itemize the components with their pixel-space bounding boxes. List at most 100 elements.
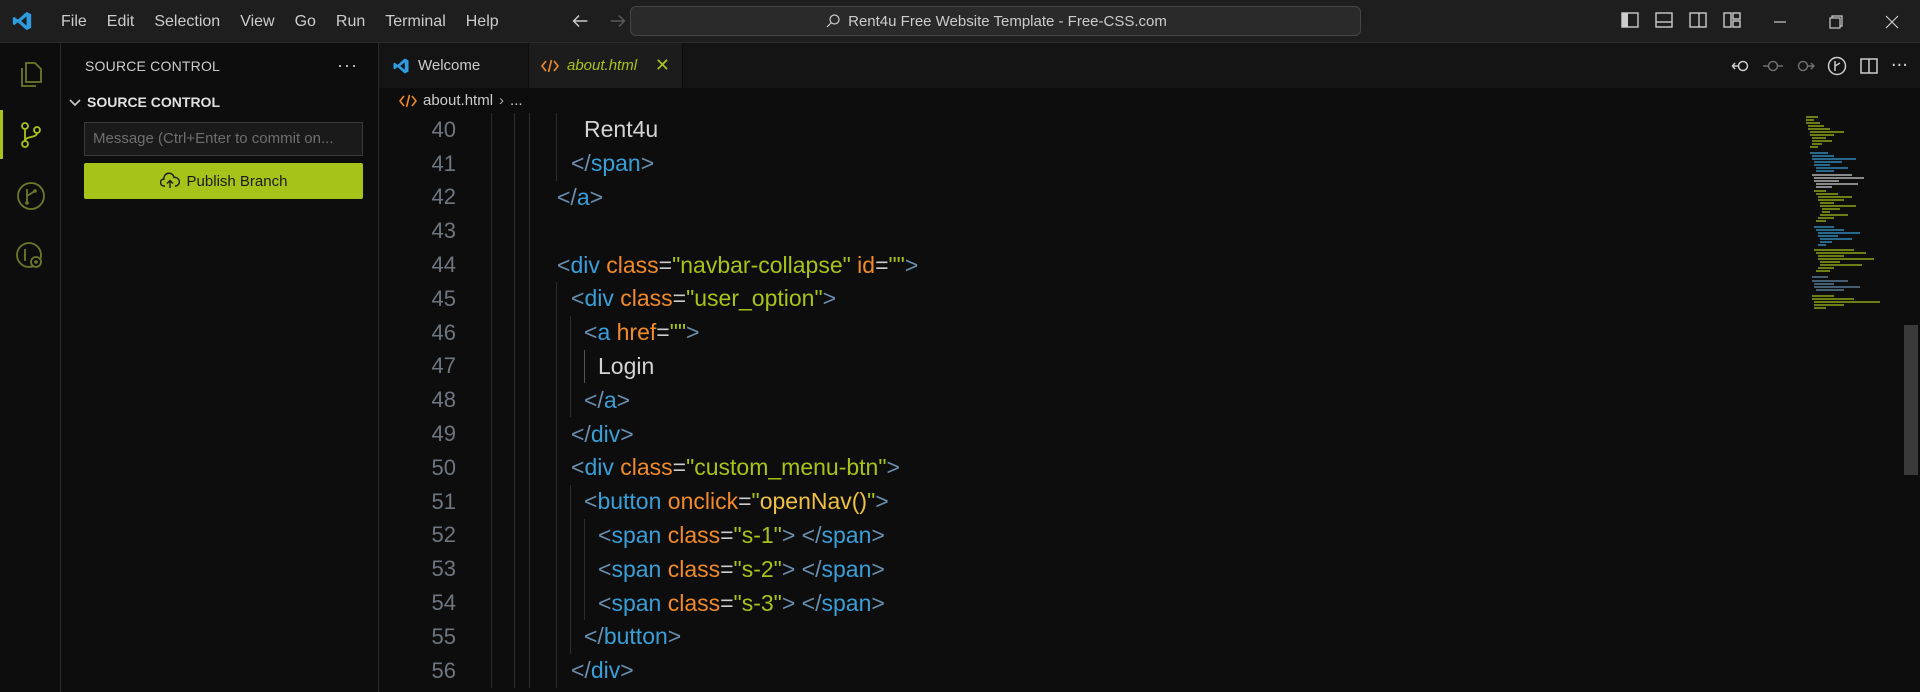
vscode-logo-icon[interactable] [11, 10, 33, 32]
code-line: 44 <div class="navbar-collapse" id=""> [379, 248, 1799, 282]
indent-guide [529, 653, 530, 688]
indent-guide [491, 653, 492, 688]
tab-welcome[interactable]: Welcome [379, 43, 529, 88]
indent-guide [570, 383, 571, 418]
minimize-button[interactable] [1752, 0, 1808, 43]
activity-remote-explorer[interactable] [0, 226, 61, 287]
tag-token: a [576, 183, 590, 210]
code-text-token: Login [598, 352, 655, 379]
indent-guide [556, 552, 557, 587]
git-graph-icon[interactable] [1827, 56, 1847, 76]
indent-guide [584, 518, 585, 553]
publish-branch-label: Publish Branch [186, 172, 288, 190]
toggle-panel-icon[interactable] [1654, 10, 1674, 30]
html-code-icon [399, 94, 417, 107]
toggle-primary-sidebar-icon[interactable] [1620, 10, 1640, 30]
next-change-icon[interactable] [1795, 56, 1815, 76]
git-commit-icon[interactable] [1762, 56, 1783, 76]
indent-guide [514, 383, 515, 418]
tag-token: button [597, 488, 662, 515]
tag-token: div [584, 285, 614, 312]
indent-guide [570, 586, 571, 620]
bracket-token: > [640, 150, 655, 177]
line-number: 42 [431, 184, 456, 210]
minimap[interactable] [1804, 115, 1904, 365]
activity-source-control[interactable] [0, 104, 61, 165]
menu-view[interactable]: View [230, 0, 284, 43]
close-window-button[interactable] [1864, 0, 1920, 43]
string-token: "s-2" [733, 555, 782, 582]
command-center-search[interactable]: Rent4u Free Website Template - Free-CSS.… [630, 6, 1361, 36]
indent-guide [514, 214, 515, 249]
indent-guide [491, 484, 492, 519]
breadcrumb-symbol[interactable]: ... [510, 92, 523, 109]
window-controls [1752, 0, 1920, 43]
commit-message-input[interactable]: Message (Ctrl+Enter to commit on... [84, 122, 363, 156]
menu-run[interactable]: Run [326, 0, 375, 43]
activity-explorer[interactable] [0, 43, 61, 104]
indent-guide [514, 552, 515, 587]
section-title: SOURCE CONTROL [87, 94, 220, 110]
minimize-icon [1774, 20, 1786, 23]
activity-git-graph[interactable] [0, 165, 61, 226]
code-editor[interactable]: 40 Rent4u 41 </span> 42 </a> 43 44 <div … [379, 113, 1799, 688]
string-token: "" [669, 319, 687, 346]
indent-guide [529, 586, 530, 620]
attr-token: class [620, 285, 673, 312]
menu-go[interactable]: Go [285, 0, 326, 43]
indent-guide [556, 484, 557, 519]
search-icon [826, 14, 840, 28]
indent-guide [491, 619, 492, 654]
attr-token: href [616, 319, 657, 346]
customize-layout-icon[interactable] [1722, 10, 1742, 30]
menu-terminal[interactable]: Terminal [375, 0, 455, 43]
split-editor-icon[interactable] [1859, 56, 1879, 76]
code-line: 52 <span class="s-1"> </span> [379, 518, 1799, 553]
indent-guide [514, 315, 515, 350]
line-number: 46 [431, 319, 456, 345]
indent-guide [556, 450, 557, 485]
line-number: 49 [431, 421, 456, 447]
menu-file[interactable]: File [51, 0, 97, 43]
indent-guide [514, 146, 515, 181]
menu-selection[interactable]: Selection [144, 0, 230, 43]
indent-guide [570, 349, 571, 384]
indent-guide [514, 417, 515, 451]
arrow-left-icon[interactable] [569, 10, 591, 32]
tag-token: button [603, 623, 668, 650]
breadcrumb-file[interactable]: about.html [423, 92, 493, 109]
open-changes-icon[interactable] [1731, 56, 1751, 76]
indent-guide [491, 180, 492, 215]
tag-token: div [570, 251, 600, 278]
indent-guide [514, 484, 515, 519]
tab-about-html[interactable]: about.html ✕ [529, 43, 683, 88]
indent-guide [514, 619, 515, 654]
vertical-scrollbar[interactable] [1904, 325, 1918, 475]
arrow-right-icon[interactable] [607, 10, 629, 32]
editor-tabs: Welcome about.html ✕ ··· [379, 43, 1920, 88]
cloud-upload-icon [159, 172, 180, 188]
menu-help[interactable]: Help [456, 0, 509, 43]
more-editor-actions-button[interactable]: ··· [1891, 55, 1908, 76]
code-line: 45 <div class="user_option"> [379, 281, 1799, 316]
sidebar-source-control: SOURCE CONTROL ··· SOURCE CONTROL Messag… [61, 43, 379, 692]
tag-token: span [590, 150, 641, 177]
tag-token: span [611, 555, 662, 582]
more-actions-button[interactable]: ··· [337, 55, 358, 76]
function-token: openNav() [759, 488, 868, 515]
indent-guide [556, 619, 557, 654]
source-control-section-header[interactable]: SOURCE CONTROL [61, 88, 378, 116]
code-line: 50 <div class="custom_menu-btn"> [379, 450, 1799, 485]
line-number: 48 [431, 387, 456, 413]
toggle-secondary-sidebar-icon[interactable] [1688, 10, 1708, 30]
indent-guide [556, 146, 557, 181]
indent-guide [491, 248, 492, 282]
close-tab-icon[interactable]: ✕ [655, 55, 670, 76]
publish-branch-button[interactable]: Publish Branch [84, 163, 363, 199]
restore-button[interactable] [1808, 0, 1864, 43]
tag-token: a [603, 386, 617, 413]
menu-edit[interactable]: Edit [97, 0, 145, 43]
indent-guide [584, 552, 585, 587]
tag-token: span [821, 589, 872, 616]
indent-guide [556, 315, 557, 350]
